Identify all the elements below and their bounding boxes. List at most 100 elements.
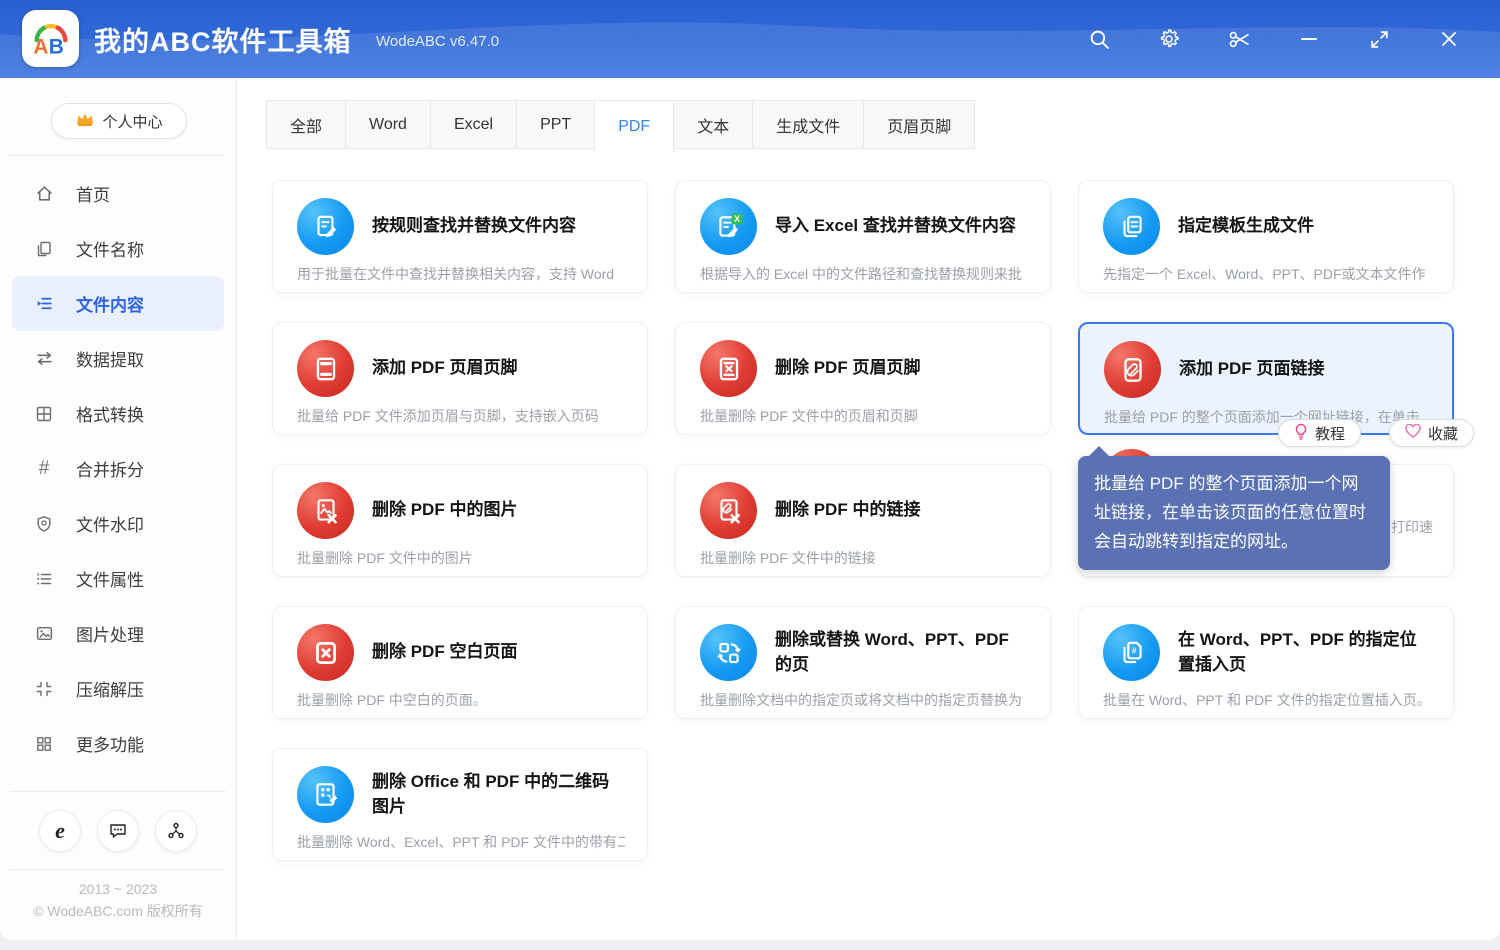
card-excel-find-replace[interactable]: X 导入 Excel 查找并替换文件内容 根据导入的 Excel 中的文件路径和… xyxy=(675,180,1051,293)
card-title: 删除 PDF 页眉页脚 xyxy=(775,358,921,378)
doc-edit-excel-icon: X xyxy=(700,198,757,255)
social-links: e xyxy=(0,810,236,852)
card-delete-qr-images[interactable]: 删除 Office 和 PDF 中的二维码图片 批量删除 Word、Excel、… xyxy=(272,748,648,861)
sidebar-item-label: 文件属性 xyxy=(76,571,144,590)
page-link-icon xyxy=(1104,341,1161,398)
sidebar-item-format-convert[interactable]: 格式转换 xyxy=(12,386,224,441)
sidebar-item-file-properties[interactable]: 文件属性 xyxy=(12,551,224,606)
card-desc: 批量删除 PDF 中空白的页面。 xyxy=(297,692,487,708)
divider xyxy=(10,155,226,156)
tab-pdf[interactable]: PDF xyxy=(594,100,675,153)
sidebar-item-label: 图片处理 xyxy=(76,626,144,645)
feedback-chat-button[interactable] xyxy=(97,810,139,852)
browser-link-button[interactable]: e xyxy=(39,810,81,852)
tab-excel[interactable]: Excel xyxy=(429,100,518,149)
close-button[interactable] xyxy=(1414,0,1484,78)
covered-desc-fragment: 打印速 xyxy=(1391,519,1433,535)
card-desc: 根据导入的 Excel 中的文件路径和查找替换规则来批 xyxy=(700,266,1023,282)
card-desc: 先指定一个 Excel、Word、PPT、PDF或文本文件作 xyxy=(1103,266,1426,282)
card-insert-pages[interactable]: # 在 Word、PPT、PDF 的指定位置插入页 批量在 Word、PPT 和… xyxy=(1078,606,1454,719)
divider xyxy=(10,869,226,870)
svg-text:B: B xyxy=(48,35,63,58)
card-add-pdf-header-footer[interactable]: 添加 PDF 页眉页脚 批量给 PDF 文件添加页眉与页脚，支持嵌入页码 xyxy=(272,322,648,435)
personal-center-label: 个人中心 xyxy=(102,113,163,131)
template-docs-icon xyxy=(1103,198,1160,255)
sidebar: 个人中心 首页 文件名称 文件内容 数据提取 格式转换 # 合并拆分 文件水印 … xyxy=(0,78,237,940)
category-tabs: 全部 Word Excel PPT PDF 文本 生成文件 页眉页脚 xyxy=(266,100,976,153)
delete-header-footer-icon xyxy=(700,340,757,397)
personal-center-button[interactable]: 个人中心 xyxy=(51,103,187,139)
card-template-generate[interactable]: 指定模板生成文件 先指定一个 Excel、Word、PPT、PDF或文本文件作 xyxy=(1078,180,1454,293)
card-title: 在 Word、PPT、PDF 的指定位置插入页 xyxy=(1178,629,1417,674)
sidebar-item-compress[interactable]: 压缩解压 xyxy=(12,661,224,716)
card-title: 添加 PDF 页面链接 xyxy=(1179,359,1325,379)
card-delete-pdf-images[interactable]: 删除 PDF 中的图片 批量删除 PDF 文件中的图片 xyxy=(272,464,648,577)
maximize-button[interactable] xyxy=(1344,0,1414,78)
sidebar-item-file-name[interactable]: 文件名称 xyxy=(12,221,224,276)
tab-all[interactable]: 全部 xyxy=(266,100,347,149)
sidebar-item-merge-split[interactable]: # 合并拆分 xyxy=(12,441,224,496)
format-convert-icon xyxy=(34,404,54,424)
sidebar-item-data-extract[interactable]: 数据提取 xyxy=(12,331,224,386)
sidebar-item-more-features[interactable]: 更多功能 xyxy=(12,716,224,771)
card-delete-pdf-header-footer[interactable]: 删除 PDF 页眉页脚 批量删除 PDF 文件中的页眉和页脚 xyxy=(675,322,1051,435)
svg-text:#: # xyxy=(1131,645,1136,655)
favorite-button[interactable]: 收藏 xyxy=(1388,419,1474,447)
card-delete-replace-pages[interactable]: 删除或替换 Word、PPT、PDF 的页 批量删除文档中的指定页或将文档中的指… xyxy=(675,606,1051,719)
sidebar-item-label: 文件内容 xyxy=(76,296,144,315)
insert-pages-icon: # xyxy=(1103,624,1160,681)
file-name-icon xyxy=(34,239,54,259)
share-network-button[interactable] xyxy=(155,810,197,852)
tab-text[interactable]: 文本 xyxy=(673,100,754,149)
card-desc: 批量在 Word、PPT 和 PDF 文件的指定位置插入页。 xyxy=(1103,692,1431,708)
lightbulb-icon xyxy=(1294,423,1308,444)
card-desc: 批量删除 PDF 文件中的页眉和页脚 xyxy=(700,408,918,424)
tab-ppt[interactable]: PPT xyxy=(516,100,596,149)
watermark-shield-icon xyxy=(34,514,54,534)
card-delete-pdf-links[interactable]: 删除 PDF 中的链接 批量删除 PDF 文件中的链接 xyxy=(675,464,1051,577)
sidebar-item-file-content[interactable]: 文件内容 xyxy=(12,276,224,331)
sidebar-item-label: 压缩解压 xyxy=(76,681,144,700)
tutorial-label: 教程 xyxy=(1314,425,1345,443)
delete-blank-page-icon xyxy=(297,624,354,681)
card-title: 删除 PDF 中的链接 xyxy=(775,500,921,520)
tab-header-footer[interactable]: 页眉页脚 xyxy=(863,100,976,149)
home-icon xyxy=(34,184,54,204)
copyright-owner: © WodeABC.com 版权所有 xyxy=(33,903,203,919)
card-title: 导入 Excel 查找并替换文件内容 xyxy=(775,216,1016,236)
card-delete-blank-pages[interactable]: 删除 PDF 空白页面 批量删除 PDF 中空白的页面。 xyxy=(272,606,648,719)
sidebar-item-home[interactable]: 首页 xyxy=(12,166,224,221)
sidebar-item-label: 格式转换 xyxy=(76,406,144,425)
delete-link-icon xyxy=(700,482,757,539)
delete-image-icon xyxy=(297,482,354,539)
sidebar-item-image-process[interactable]: 图片处理 xyxy=(12,606,224,661)
minimize-button[interactable] xyxy=(1274,0,1344,78)
search-button[interactable] xyxy=(1064,0,1134,78)
sidebar-item-label: 合并拆分 xyxy=(76,461,144,480)
card-title: 删除 PDF 中的图片 xyxy=(372,500,518,520)
card-desc: 批量给 PDF 的整个页面添加一个网址链接，在单击 xyxy=(1104,409,1420,425)
sidebar-item-label: 文件水印 xyxy=(76,516,144,535)
card-title: 删除或替换 Word、PPT、PDF 的页 xyxy=(775,629,1009,674)
settings-button[interactable] xyxy=(1134,0,1204,78)
card-find-replace-content[interactable]: 按规则查找并替换文件内容 用于批量在文件中查找并替换相关内容，支持 Word xyxy=(272,180,648,293)
tutorial-button[interactable]: 教程 xyxy=(1277,419,1361,447)
favorite-label: 收藏 xyxy=(1427,425,1458,443)
tab-word[interactable]: Word xyxy=(345,100,431,149)
tooltip-text: 批量给 PDF 的整个页面添加一个网址链接，在单击该页面的任意位置时会自动跳转到… xyxy=(1094,474,1366,552)
svg-text:X: X xyxy=(733,214,739,224)
app-window: A B 我的ABC软件工具箱 WodeABC v6.47.0 个人中心 首页 文… xyxy=(0,0,1500,940)
sidebar-nav: 首页 文件名称 文件内容 数据提取 格式转换 # 合并拆分 文件水印 文件属性 … xyxy=(0,166,236,771)
image-process-icon xyxy=(34,624,54,644)
sidebar-item-label: 更多功能 xyxy=(76,736,144,755)
data-extract-icon xyxy=(34,349,54,369)
card-add-pdf-page-link[interactable]: 添加 PDF 页面链接 批量给 PDF 的整个页面添加一个网址链接，在单击 教程… xyxy=(1078,322,1474,447)
copyright-years: 2013 ~ 2023 xyxy=(78,881,158,897)
tab-generate-file[interactable]: 生成文件 xyxy=(752,100,865,149)
app-title: 我的ABC软件工具箱 xyxy=(94,27,352,57)
sidebar-item-watermark[interactable]: 文件水印 xyxy=(12,496,224,551)
card-desc: 批量删除 PDF 文件中的图片 xyxy=(297,550,473,566)
merge-split-icon: # xyxy=(38,457,50,479)
card-title: 删除 Office 和 PDF 中的二维码图片 xyxy=(372,771,610,816)
screenshot-scissors-button[interactable] xyxy=(1204,0,1274,78)
